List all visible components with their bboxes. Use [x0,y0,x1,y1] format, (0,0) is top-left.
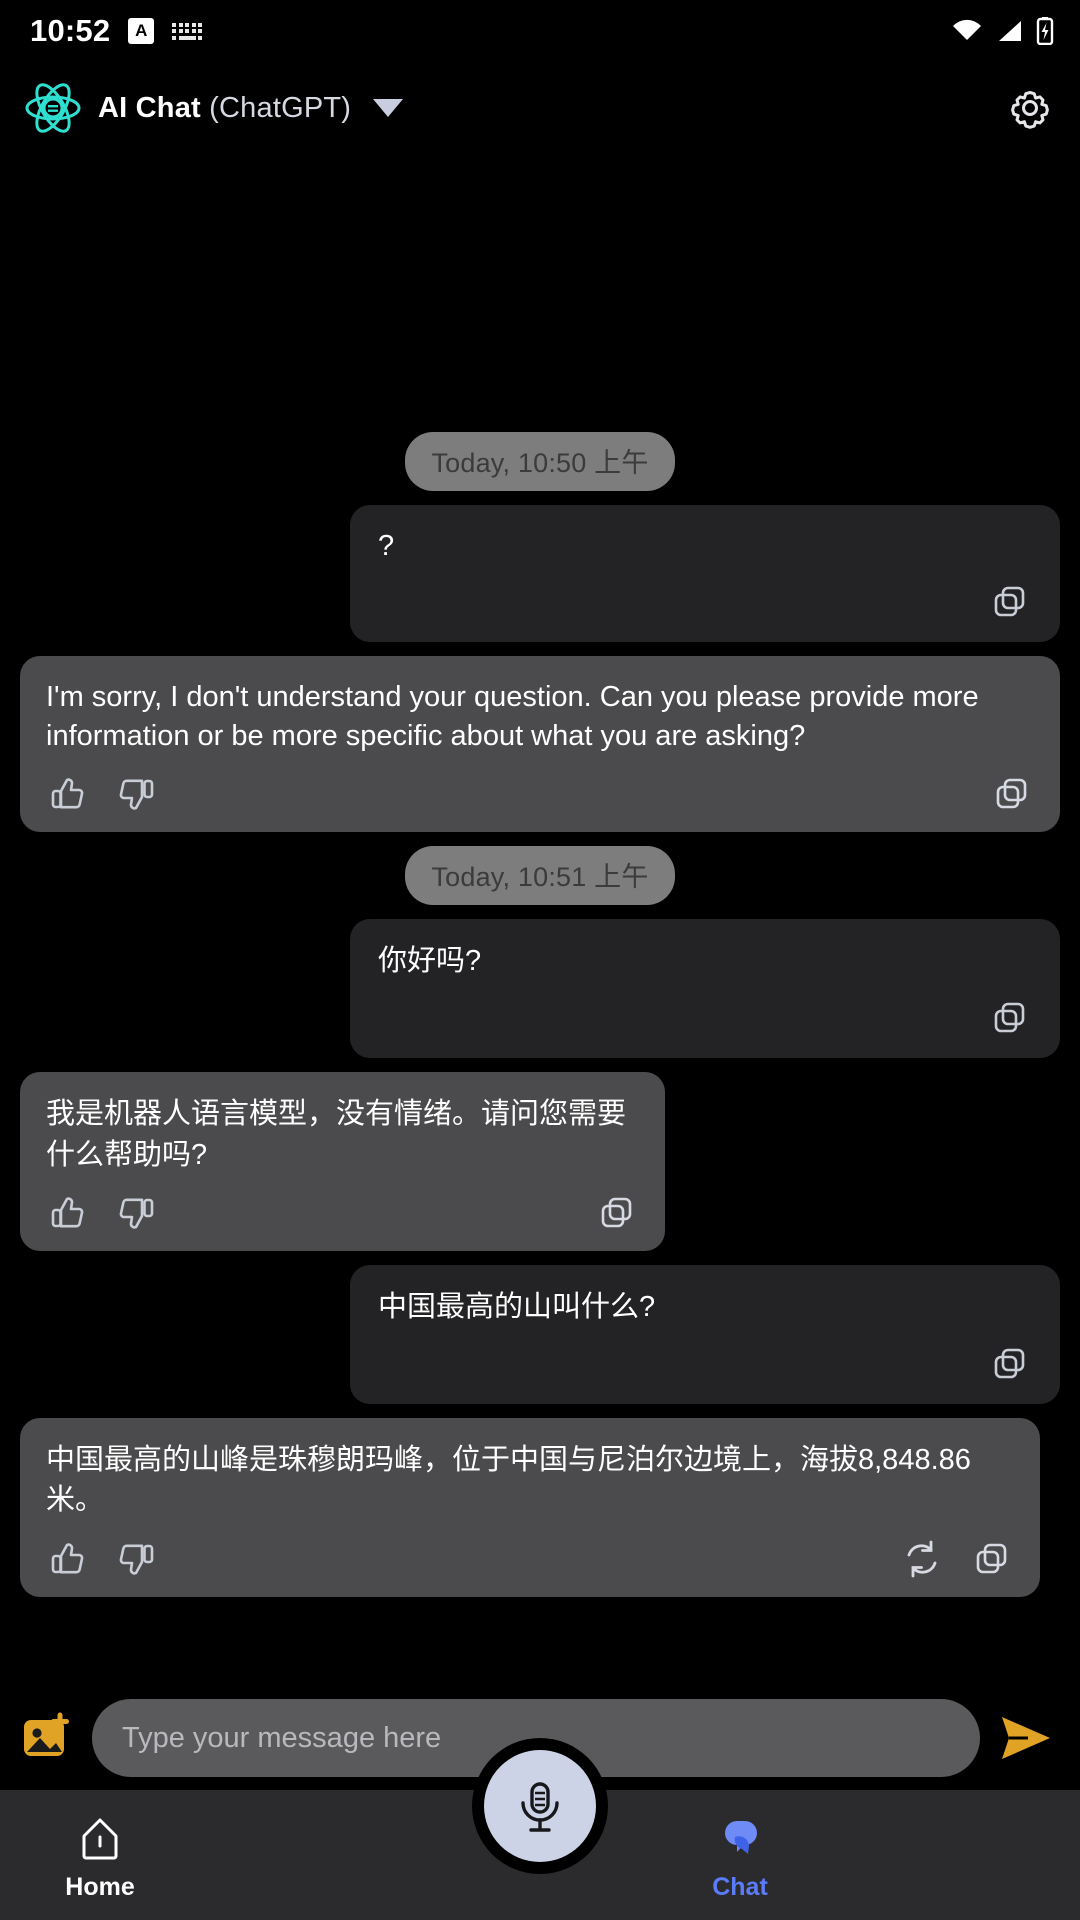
message-actions [46,772,1034,816]
feedback-actions [46,772,160,816]
feedback-actions [46,1191,160,1235]
ai-message-bubble[interactable]: 我是机器人语言模型，没有情绪。请问您需要什么帮助吗? [20,1072,665,1251]
message-actions [378,1342,1032,1386]
message-text: 你好吗? [378,941,1032,982]
keyboard-icon [172,23,202,40]
copy-icon[interactable] [595,1191,639,1235]
user-message-bubble[interactable]: 你好吗? [350,919,1060,1058]
message-row-user: 你好吗? [20,919,1060,1058]
message-actions [46,1537,1014,1581]
utility-actions [900,1537,1014,1581]
app-screen: 10:52 A [0,0,1080,1920]
microphone-icon [509,1775,571,1837]
page-title: AI Chat (ChatGPT) [98,92,351,125]
message-row-user: ? [20,505,1060,642]
message-text: 中国最高的山峰是珠穆朗玛峰，位于中国与尼泊尔边境上，海拔8,848.86米。 [46,1440,1014,1521]
user-message-bubble[interactable]: ? [350,505,1060,642]
wifi-icon [952,19,982,43]
chat-message-list[interactable]: Today, 10:50 上午 ? I'm sorry, I don' [0,154,1080,1686]
input-method-icon: A [128,18,154,44]
message-actions [46,1191,639,1235]
model-name: (ChatGPT) [209,92,351,124]
thumbs-down-icon[interactable] [116,1537,160,1581]
nav-label-home: Home [65,1873,134,1902]
utility-actions [595,1191,639,1235]
message-row-ai: 我是机器人语言模型，没有情绪。请问您需要什么帮助吗? [20,1072,1060,1251]
timestamp-label: Today, 10:51 上午 [405,846,674,905]
thumbs-up-icon[interactable] [46,772,90,816]
chat-bubbles-icon [716,1815,764,1863]
refresh-icon[interactable] [900,1537,944,1581]
header-title-group[interactable]: AI Chat (ChatGPT) [24,79,403,137]
message-actions [378,580,1032,624]
thumbs-down-icon[interactable] [116,1191,160,1235]
gear-icon[interactable] [1008,86,1052,130]
message-row-ai: I'm sorry, I don't understand your quest… [20,656,1060,832]
chevron-down-icon[interactable] [373,99,403,117]
thumbs-up-icon[interactable] [46,1537,90,1581]
chat-top-spacer [20,154,1060,432]
copy-icon[interactable] [988,580,1032,624]
add-image-icon[interactable] [18,1709,76,1767]
message-actions [378,996,1032,1040]
ai-message-bubble[interactable]: 中国最高的山峰是珠穆朗玛峰，位于中国与尼泊尔边境上，海拔8,848.86米。 [20,1418,1040,1597]
feedback-actions [46,1537,160,1581]
copy-icon[interactable] [990,772,1034,816]
utility-actions [990,772,1034,816]
timestamp-divider: Today, 10:50 上午 [20,432,1060,491]
message-row-user: 中国最高的山叫什么? [20,1265,1060,1404]
timestamp-label: Today, 10:50 上午 [405,432,674,491]
status-bar-left: 10:52 A [30,13,202,49]
atom-icon [24,79,82,137]
app-name: AI Chat [98,92,201,124]
cellular-signal-icon [995,19,1023,43]
home-icon [76,1815,124,1863]
battery-charging-icon [1036,17,1054,45]
status-bar-right [952,17,1054,45]
ai-message-bubble[interactable]: I'm sorry, I don't understand your quest… [20,656,1060,832]
message-text: 中国最高的山叫什么? [378,1287,1032,1328]
thumbs-down-icon[interactable] [116,772,160,816]
nav-item-home[interactable]: Home [0,1815,200,1902]
send-icon[interactable] [996,1708,1056,1768]
user-message-bubble[interactable]: 中国最高的山叫什么? [350,1265,1060,1404]
status-bar: 10:52 A [0,0,1080,62]
copy-icon[interactable] [988,1342,1032,1386]
app-header: AI Chat (ChatGPT) [0,62,1080,154]
message-text: 我是机器人语言模型，没有情绪。请问您需要什么帮助吗? [46,1094,639,1175]
message-text: I'm sorry, I don't understand your quest… [46,678,1034,756]
status-bar-clock: 10:52 [30,13,110,49]
thumbs-up-icon[interactable] [46,1191,90,1235]
voice-input-button[interactable] [484,1750,596,1862]
bottom-navigation: Home Chat [0,1790,1080,1920]
nav-label-chat: Chat [712,1873,768,1902]
copy-icon[interactable] [988,996,1032,1040]
timestamp-divider: Today, 10:51 上午 [20,846,1060,905]
message-row-ai: 中国最高的山峰是珠穆朗玛峰，位于中国与尼泊尔边境上，海拔8,848.86米。 [20,1418,1060,1597]
copy-icon[interactable] [970,1537,1014,1581]
message-text: ? [378,527,1032,566]
